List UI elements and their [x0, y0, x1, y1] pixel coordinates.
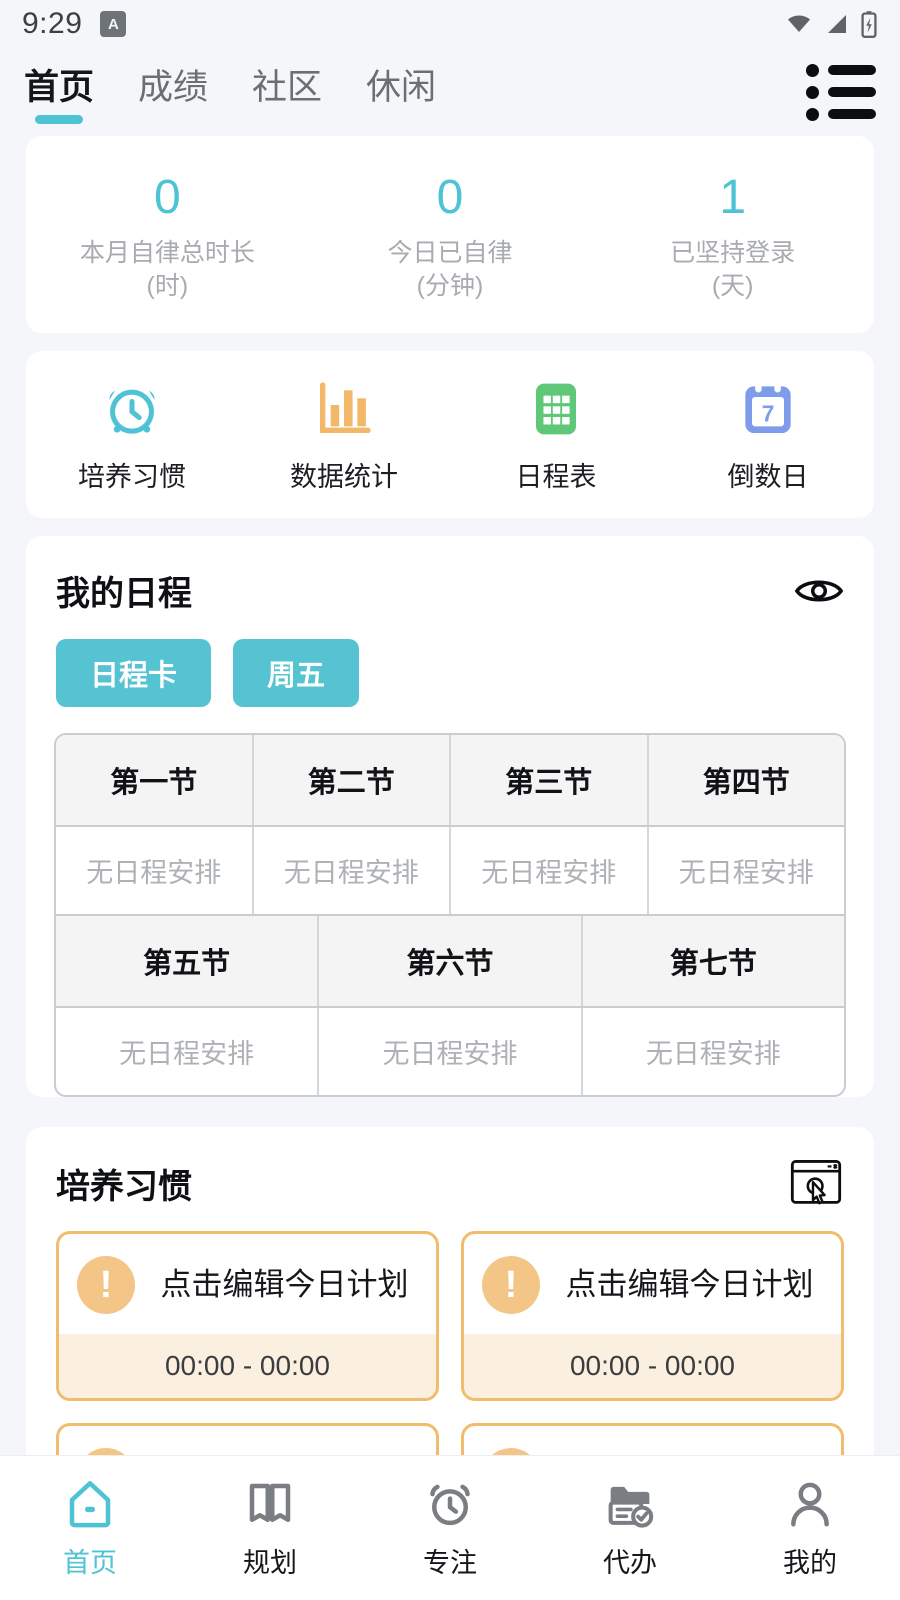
quick-action-label: 日程表 — [516, 455, 597, 494]
status-app-badge: A — [100, 11, 126, 37]
table-header-cell: 第三节 — [451, 735, 649, 825]
tab-leisure-label: 休闲 — [366, 59, 436, 110]
stat-monthly-total: 0 本月自律总时长 (时) — [26, 170, 309, 303]
nav-label: 规划 — [243, 1541, 297, 1580]
book-icon — [243, 1477, 297, 1531]
person-icon — [783, 1477, 837, 1531]
tab-community-label: 社区 — [252, 59, 322, 110]
quick-action-label: 培养习惯 — [78, 455, 186, 494]
quick-action-habits[interactable]: 培养习惯 — [26, 377, 238, 494]
top-tabs: 首页 成绩 社区 休闲 — [24, 59, 436, 126]
habit-time-range: 00:00 - 00:00 — [59, 1334, 436, 1398]
wifi-icon — [784, 12, 814, 36]
stat-login-streak: 1 已坚持登录 (天) — [591, 170, 874, 303]
table-header-row: 第一节 第二节 第三节 第四节 — [56, 735, 844, 827]
habit-text: 点击编辑今日计划 — [151, 1262, 418, 1309]
tab-grades[interactable]: 成绩 — [138, 59, 208, 126]
calendar-grid-icon — [524, 377, 588, 441]
quick-action-countdown[interactable]: 7 倒数日 — [662, 377, 874, 494]
habit-card[interactable]: ! 点击编辑今日计划 00:00 - 00:00 — [461, 1231, 844, 1401]
tab-grades-label: 成绩 — [138, 59, 208, 110]
nav-item-planning[interactable]: 规划 — [180, 1477, 360, 1580]
table-row: 无日程安排 无日程安排 无日程安排 — [56, 1008, 844, 1095]
table-row: 无日程安排 无日程安排 无日程安排 无日程安排 — [56, 827, 844, 916]
stat-label: 本月自律总时长 (时) — [26, 237, 309, 303]
home-icon — [63, 1477, 117, 1531]
stats-card: 0 本月自律总时长 (时) 0 今日已自律 (分钟) 1 已坚持登录 (天) — [26, 136, 874, 333]
table-cell[interactable]: 无日程安排 — [451, 827, 649, 914]
table-header-cell: 第七节 — [583, 916, 844, 1006]
tab-community[interactable]: 社区 — [252, 59, 322, 126]
stat-label: 今日已自律 (分钟) — [309, 237, 592, 303]
chip-weekday[interactable]: 周五 — [233, 639, 359, 707]
habit-alert-badge: ! — [77, 1256, 135, 1314]
nav-item-mine[interactable]: 我的 — [720, 1477, 900, 1580]
alarm-clock-icon — [100, 377, 164, 441]
battery-charging-icon — [860, 10, 878, 38]
tab-leisure[interactable]: 休闲 — [366, 59, 436, 126]
table-header-row: 第五节 第六节 第七节 — [56, 916, 844, 1008]
table-header-cell: 第四节 — [649, 735, 845, 825]
signal-icon — [823, 12, 851, 36]
quick-action-schedule[interactable]: 日程表 — [450, 377, 662, 494]
quick-action-label: 数据统计 — [290, 455, 398, 494]
quick-action-label: 倒数日 — [728, 455, 809, 494]
schedule-table: 第一节 第二节 第三节 第四节 无日程安排 无日程安排 无日程安排 无日程安排 … — [54, 733, 846, 1097]
tab-active-indicator — [35, 115, 83, 124]
stat-value: 0 — [309, 170, 592, 225]
top-navigation-bar: 首页 成绩 社区 休闲 — [0, 48, 900, 136]
habit-card[interactable]: ! 点击编辑今日计划 00:00 - 00:00 — [56, 1231, 439, 1401]
countdown-badge-number: 7 — [762, 400, 775, 426]
stat-label: 已坚持登录 (天) — [591, 237, 874, 303]
table-cell[interactable]: 无日程安排 — [56, 1008, 319, 1095]
nav-label: 专注 — [423, 1541, 477, 1580]
click-window-icon[interactable] — [788, 1157, 844, 1209]
habit-alert-badge: ! — [482, 1256, 540, 1314]
nav-item-focus[interactable]: 专注 — [360, 1477, 540, 1580]
stat-value: 0 — [26, 170, 309, 225]
nav-item-home[interactable]: 首页 — [0, 1477, 180, 1580]
bottom-navigation-bar: 首页 规划 专注 代办 我的 — [0, 1455, 900, 1600]
status-icons — [784, 10, 878, 38]
table-header-cell: 第二节 — [254, 735, 452, 825]
nav-label: 代办 — [603, 1541, 657, 1580]
table-header-cell: 第六节 — [319, 916, 582, 1006]
tab-home-label: 首页 — [24, 59, 94, 110]
table-header-cell: 第一节 — [56, 735, 254, 825]
bar-chart-icon — [312, 377, 376, 441]
schedule-card: 我的日程 日程卡 周五 第一节 第二节 第三节 第四节 无日程安排 无日程安排 … — [26, 536, 874, 1097]
folder-check-icon — [603, 1477, 657, 1531]
habit-text: 点击编辑今日计划 — [556, 1262, 823, 1309]
schedule-title: 我的日程 — [56, 566, 192, 615]
nav-label: 首页 — [63, 1541, 117, 1580]
status-bar: 9:29 A — [0, 0, 900, 48]
table-header-cell: 第五节 — [56, 916, 319, 1006]
table-cell[interactable]: 无日程安排 — [56, 827, 254, 914]
table-cell[interactable]: 无日程安排 — [649, 827, 845, 914]
table-cell[interactable]: 无日程安排 — [583, 1008, 844, 1095]
stat-value: 1 — [591, 170, 874, 225]
countdown-calendar-icon: 7 — [736, 377, 800, 441]
quick-action-statistics[interactable]: 数据统计 — [238, 377, 450, 494]
status-time: 9:29 — [22, 7, 82, 41]
habit-time-range: 00:00 - 00:00 — [464, 1334, 841, 1398]
alarm-icon — [423, 1477, 477, 1531]
habits-title: 培养习惯 — [56, 1159, 192, 1208]
eye-icon[interactable] — [794, 573, 844, 609]
nav-item-todo[interactable]: 代办 — [540, 1477, 720, 1580]
quick-actions-card: 培养习惯 数据统计 日程表 — [26, 351, 874, 518]
stat-today-minutes: 0 今日已自律 (分钟) — [309, 170, 592, 303]
list-menu-icon[interactable] — [806, 64, 876, 121]
nav-label: 我的 — [783, 1541, 837, 1580]
chip-schedule-card[interactable]: 日程卡 — [56, 639, 211, 707]
table-cell[interactable]: 无日程安排 — [254, 827, 452, 914]
tab-home[interactable]: 首页 — [24, 59, 94, 126]
table-cell[interactable]: 无日程安排 — [319, 1008, 582, 1095]
